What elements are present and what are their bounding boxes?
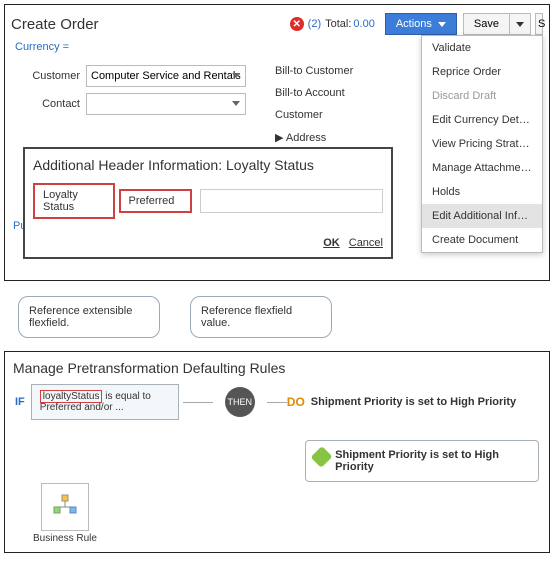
rules-title: Manage Pretransformation Defaulting Rule… <box>5 352 549 384</box>
do-keyword: DO <box>287 395 305 409</box>
loyalty-status-label: Loyalty Status <box>33 183 115 219</box>
save-button[interactable]: Save <box>463 13 509 35</box>
business-rule-label: Business Rule <box>33 533 97 544</box>
ok-button[interactable]: OK <box>323 237 340 249</box>
callout-flexfield-value: Reference flexfield value. <box>190 296 332 338</box>
menu-create-doc[interactable]: Create Document <box>422 228 542 252</box>
contact-field[interactable] <box>86 93 246 115</box>
menu-view-pricing[interactable]: View Pricing Strategy and S <box>422 132 542 156</box>
menu-reprice[interactable]: Reprice Order <box>422 60 542 84</box>
tag-icon <box>311 446 333 468</box>
billto-account-label: Bill-to Account <box>275 87 353 99</box>
error-icon[interactable]: ✕ <box>290 17 304 31</box>
loyalty-status-input[interactable] <box>200 189 383 213</box>
customer-label: Customer <box>15 70 80 82</box>
popup-title: Additional Header Information: Loyalty S… <box>33 157 383 173</box>
loyalty-status-value: Preferred <box>119 189 192 213</box>
error-count[interactable]: (2) <box>308 18 321 30</box>
total-label: Total: <box>325 18 351 30</box>
customer2-label: Customer <box>275 109 353 121</box>
page-title: Create Order <box>11 16 290 33</box>
business-rule-button[interactable]: Business Rule <box>33 483 97 544</box>
business-rule-icon <box>51 493 79 521</box>
menu-validate[interactable]: Validate <box>422 36 542 60</box>
menu-holds[interactable]: Holds <box>422 180 542 204</box>
address-label: ▶ Address <box>275 131 353 144</box>
menu-manage-attach[interactable]: Manage Attachments <box>422 156 542 180</box>
contact-label: Contact <box>15 98 80 110</box>
if-keyword: IF <box>15 396 25 408</box>
then-badge: THEN <box>225 387 255 417</box>
additional-header-info-popup: Additional Header Information: Loyalty S… <box>23 147 393 259</box>
menu-edit-additional-info[interactable]: Edit Additional Information <box>422 204 542 228</box>
do-card-text: Shipment Priority is set to High Priorit… <box>335 449 530 473</box>
actions-menu: Validate Reprice Order Discard Draft Edi… <box>421 35 543 253</box>
do-text: Shipment Priority is set to High Priorit… <box>311 396 516 408</box>
if-condition-box[interactable]: loyaltyStatus is equal to Preferred and/… <box>31 384 179 420</box>
save-split-button[interactable] <box>509 13 531 35</box>
menu-edit-currency[interactable]: Edit Currency Details <box>422 108 542 132</box>
customer-field[interactable] <box>86 65 246 87</box>
menu-discard: Discard Draft <box>422 84 542 108</box>
callout-extensible-flexfield: Reference extensible flexfield. <box>18 296 160 338</box>
actions-button[interactable]: Actions <box>385 13 457 35</box>
total-value: 0.00 <box>353 18 374 30</box>
do-result-card[interactable]: Shipment Priority is set to High Priorit… <box>305 440 539 482</box>
billto-customer-label: Bill-to Customer <box>275 65 353 77</box>
overflow-button[interactable]: S <box>535 13 543 35</box>
cancel-button[interactable]: Cancel <box>349 237 383 249</box>
